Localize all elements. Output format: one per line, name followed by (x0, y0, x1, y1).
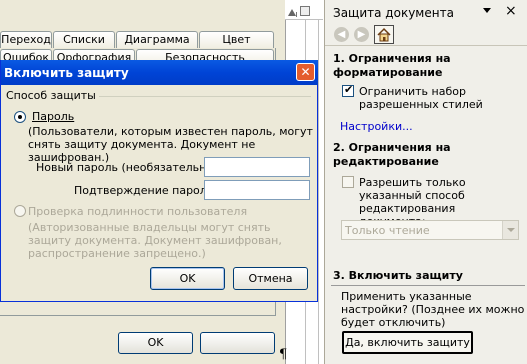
back-arrow-icon[interactable]: ◀ (334, 27, 349, 42)
pane-title: Защита документа (333, 6, 454, 20)
section-format-title: 1. Ограничения на форматирование (333, 52, 451, 79)
start-enforcing-button[interactable]: Да, включить защиту (342, 331, 473, 354)
paragraph-mark-icon: ¶ (279, 347, 288, 362)
password-radio[interactable] (14, 111, 26, 123)
password-option-label: Пароль (32, 110, 75, 123)
options-cancel-button[interactable] (200, 332, 275, 354)
forward-arrow-icon[interactable]: ▶ (354, 27, 369, 42)
document-protection-pane: Защита документа × ◀ ▶ 1. Ограничения на… (324, 0, 527, 364)
options-ok-button[interactable]: OK (118, 332, 193, 354)
edit-mode-select[interactable]: Только чтение (341, 220, 519, 240)
tab-chart[interactable]: Диаграмма (116, 31, 198, 48)
protection-method-label: Способ защиты (6, 89, 99, 102)
ok-button[interactable]: OK (150, 267, 225, 290)
settings-link[interactable]: Настройки... (340, 120, 413, 133)
tab-goto[interactable]: Переход (0, 31, 52, 48)
dialog-body: Способ защиты Пароль (Пользователи, кото… (1, 85, 317, 300)
chevron-down-icon[interactable] (502, 221, 518, 239)
pane-menu-dropdown-icon[interactable] (483, 8, 491, 13)
cancel-button[interactable]: Отмена (233, 267, 308, 290)
indent-marker-icon[interactable] (288, 9, 296, 16)
tab-color[interactable]: Цвет (199, 31, 274, 48)
protect-dialog: Включить защиту ✕ Способ защиты Пароль (… (0, 60, 318, 302)
pane-close-icon[interactable]: × (505, 4, 517, 18)
ruler-margin-icon (300, 6, 310, 16)
pane-navigation-bar: ◀ ▶ (330, 25, 526, 45)
auth-option-label: Проверка подлинности пользователя (28, 205, 248, 218)
auth-description: (Авторизованные владельцы могут снять за… (28, 221, 282, 260)
confirm-password-label: Подтверждение пароля: (74, 184, 218, 197)
pane-divider (325, 45, 527, 46)
ruler-tick (296, 12, 297, 17)
section-enforce-title: 3. Включить защиту (333, 269, 463, 282)
dialog-title-bar[interactable]: Включить защиту ✕ (1, 60, 318, 85)
apply-settings-text: Применить указанные настройки? (Позднее … (341, 290, 525, 329)
tab-lists[interactable]: Списки (53, 31, 115, 48)
edit-restrict-checkbox[interactable] (342, 176, 354, 188)
edit-mode-value: Только чтение (345, 224, 430, 237)
close-icon[interactable]: ✕ (296, 63, 315, 81)
auth-radio[interactable] (14, 205, 26, 217)
new-password-field[interactable] (204, 157, 310, 177)
home-icon[interactable] (374, 25, 394, 44)
confirm-password-field[interactable] (204, 180, 310, 200)
dialog-title: Включить защиту (4, 66, 129, 80)
new-password-label: Новый пароль (необязательно): (36, 161, 222, 174)
section-divider (331, 285, 525, 286)
section-edit-title: 2. Ограничения на редактирование (333, 141, 451, 168)
group-divider (81, 96, 311, 97)
format-restrict-label: Ограничить набор разрешенных стилей (359, 85, 483, 111)
format-restrict-checkbox[interactable] (342, 83, 354, 97)
